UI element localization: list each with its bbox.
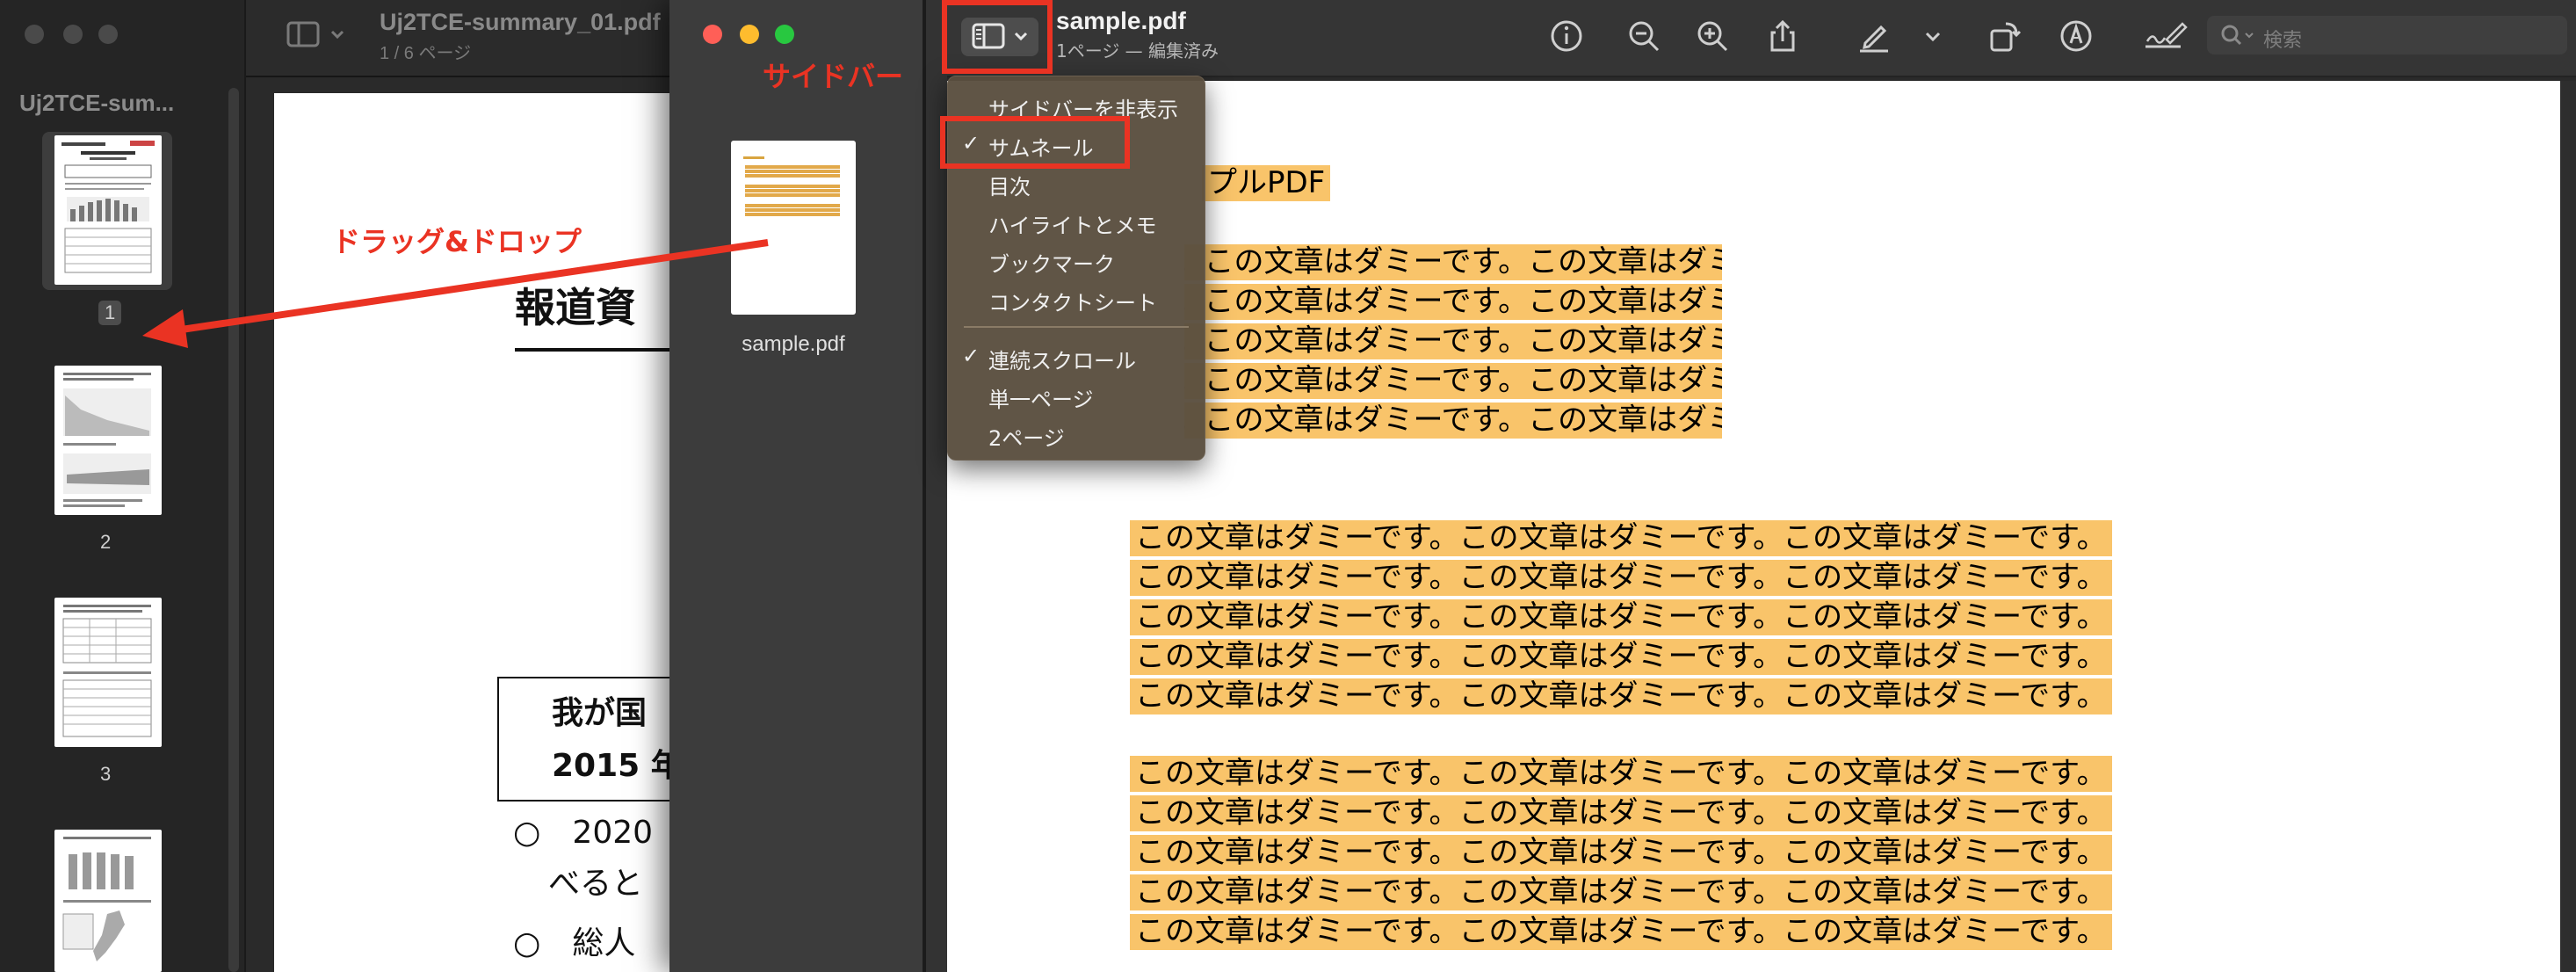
close-button[interactable] <box>703 25 722 44</box>
doc-title: プルPDF <box>1202 165 1331 201</box>
info-button[interactable] <box>1546 16 1587 56</box>
page-thumbnail-3[interactable] <box>54 598 162 747</box>
page-number-1: 1 <box>98 301 122 325</box>
menu-separator <box>964 326 1189 328</box>
highlight-button[interactable] <box>1854 16 1894 56</box>
close-button[interactable] <box>25 25 44 44</box>
doc-line-3: ○ 総人 <box>513 925 636 961</box>
highlight-line-p2-3: この文章はダミーです。この文章はダミーです。この文章はダミーです。 <box>1130 599 2112 635</box>
menu-item-label: 単一ページ <box>988 388 1094 412</box>
zoom-out-button[interactable] <box>1624 16 1664 56</box>
page-thumbnail-2-preview <box>63 373 151 507</box>
menu-item-bookmarks[interactable]: ブックマーク <box>948 243 1205 279</box>
highlight-line-p1-5: この文章はダミーです。この文章はダミーです。この文章はダミーです。 <box>1184 403 1722 439</box>
highlight-line-p1-1: この文章はダミーです。この文章はダミーです。この文章はダミーです。 <box>1184 244 1722 280</box>
menu-item-label: ブックマーク <box>988 252 1115 277</box>
doc-line-1: ○ 2020 <box>513 815 654 851</box>
check-icon: ✓ <box>962 344 980 368</box>
sample-pdf-thumbnail[interactable] <box>731 141 856 315</box>
menu-item-label: ハイライトとメモ <box>988 214 1157 238</box>
rotate-icon <box>1990 22 2022 52</box>
search-field[interactable] <box>2207 16 2567 54</box>
front-scroll-gutter <box>2560 81 2576 972</box>
menu-item-label: コンタクトシート <box>988 291 1157 316</box>
back-sidebar-scrollbar[interactable] <box>228 88 239 972</box>
menu-item-two-pages[interactable]: 2ページ <box>948 417 1205 453</box>
back-window-title: Uj2TCE-summary_01.pdf <box>380 9 661 35</box>
annotation-sidebar-label: サイドバー <box>763 60 904 93</box>
menu-item-contact-sheet[interactable]: コンタクトシート <box>948 282 1205 317</box>
front-window-title: sample.pdf <box>1056 7 1186 34</box>
doc-box-line-1: 我が国 <box>552 695 648 731</box>
minimize-button[interactable] <box>740 25 759 44</box>
highlight-line-p2-5: この文章はダミーです。この文章はダミーです。この文章はダミーです。 <box>1130 678 2112 714</box>
share-button[interactable] <box>1762 16 1803 56</box>
annotation-box-sidebar-button <box>942 0 1053 74</box>
highlight-line-p3-2: この文章はダミーです。この文章はダミーです。この文章はダミーです。 <box>1130 795 2112 831</box>
annotation-box-thumbnails <box>940 116 1130 169</box>
form-filling-button[interactable] <box>2140 16 2188 56</box>
page-thumbnail-1[interactable] <box>54 135 162 285</box>
highlight-line-p3-3: この文章はダミーです。この文章はダミーです。この文章はダミーです。 <box>1130 835 2112 871</box>
info-icon <box>1551 20 1582 52</box>
zoom-in-icon <box>1697 21 1728 52</box>
page-thumbnail-2[interactable] <box>54 366 162 515</box>
share-icon <box>1770 19 1795 52</box>
highlight-line-p2-2: この文章はダミーです。この文章はダミーです。この文章はダミーです。 <box>1130 560 2112 596</box>
highlight-line-p2-1: この文章はダミーです。この文章はダミーです。この文章はダミーです。 <box>1130 520 2112 556</box>
annotation-drag-drop-label: ドラッグ&ドロップ <box>332 225 582 258</box>
highlight-line-p3-5: この文章はダミーです。この文章はダミーです。この文章はダミーです。 <box>1130 914 2112 950</box>
page-number-3: 3 <box>100 763 112 785</box>
markup-circle-icon <box>2060 20 2092 52</box>
search-icon <box>2221 25 2254 46</box>
menu-item-label: 目次 <box>988 175 1031 199</box>
menu-item-single-page[interactable]: 単一ページ <box>948 379 1205 414</box>
sample-pdf-filename: sample.pdf <box>742 332 845 356</box>
page-thumbnail-1-preview <box>62 141 155 273</box>
zoom-out-icon <box>1629 21 1660 52</box>
chevron-down-icon <box>1925 32 1941 42</box>
page-thumbnail-4[interactable] <box>54 830 162 972</box>
doc-heading: 報道資 <box>515 284 636 331</box>
highlight-line-p1-2: この文章はダミーです。この文章はダミーです。この文章はダミーです。 <box>1184 284 1722 320</box>
page-number-2: 2 <box>100 531 112 553</box>
doc-box-line-2: 2015 年 <box>552 748 683 784</box>
highlight-line-p2-4: この文章はダミーです。この文章はダミーです。この文章はダミーです。 <box>1130 639 2112 675</box>
markup-button[interactable] <box>2056 16 2096 56</box>
menu-item-label: 2ページ <box>988 426 1065 451</box>
sample-pdf-thumbnail-preview <box>743 156 840 216</box>
search-placeholder: 検索 <box>2263 30 2303 52</box>
menu-item-highlights-notes[interactable]: ハイライトとメモ <box>948 205 1205 240</box>
page-thumbnail-3-preview <box>62 605 152 737</box>
doc-line-2: べると <box>548 866 644 902</box>
highlight-menu-button[interactable] <box>1915 16 1950 56</box>
back-sidebar-title: Uj2TCE-sum... <box>19 90 175 116</box>
menu-item-toc[interactable]: 目次 <box>948 166 1205 201</box>
signature-icon <box>2145 22 2188 48</box>
page-thumbnail-4-preview <box>62 837 151 961</box>
sidebar-icon <box>286 21 344 47</box>
zoom-in-button[interactable] <box>1692 16 1733 56</box>
back-window-page-count: 1 / 6 ページ <box>380 44 472 63</box>
front-window-subtitle: 1ページ — 編集済み <box>1056 40 1219 62</box>
zoom-button[interactable] <box>775 25 794 44</box>
back-sidebar-toggle[interactable] <box>286 18 357 53</box>
minimize-button[interactable] <box>63 25 83 44</box>
rotate-button[interactable] <box>1984 16 2024 56</box>
zoom-button[interactable] <box>98 25 118 44</box>
highlight-line-p3-1: この文章はダミーです。この文章はダミーです。この文章はダミーです。 <box>1130 756 2112 792</box>
highlight-line-p1-3: この文章はダミーです。この文章はダミーです。この文章はダミーです。 <box>1184 323 1722 359</box>
menu-item-label: 連続スクロール <box>988 349 1136 374</box>
menu-item-continuous-scroll[interactable]: ✓ 連続スクロール <box>948 340 1205 375</box>
highlight-line-p3-4: この文章はダミーです。この文章はダミーです。この文章はダミーです。 <box>1130 874 2112 910</box>
markup-pen-icon <box>1860 25 1888 53</box>
highlight-line-p1-4: この文章はダミーです。この文章はダミーです。この文章はダミーです。 <box>1184 363 1722 399</box>
